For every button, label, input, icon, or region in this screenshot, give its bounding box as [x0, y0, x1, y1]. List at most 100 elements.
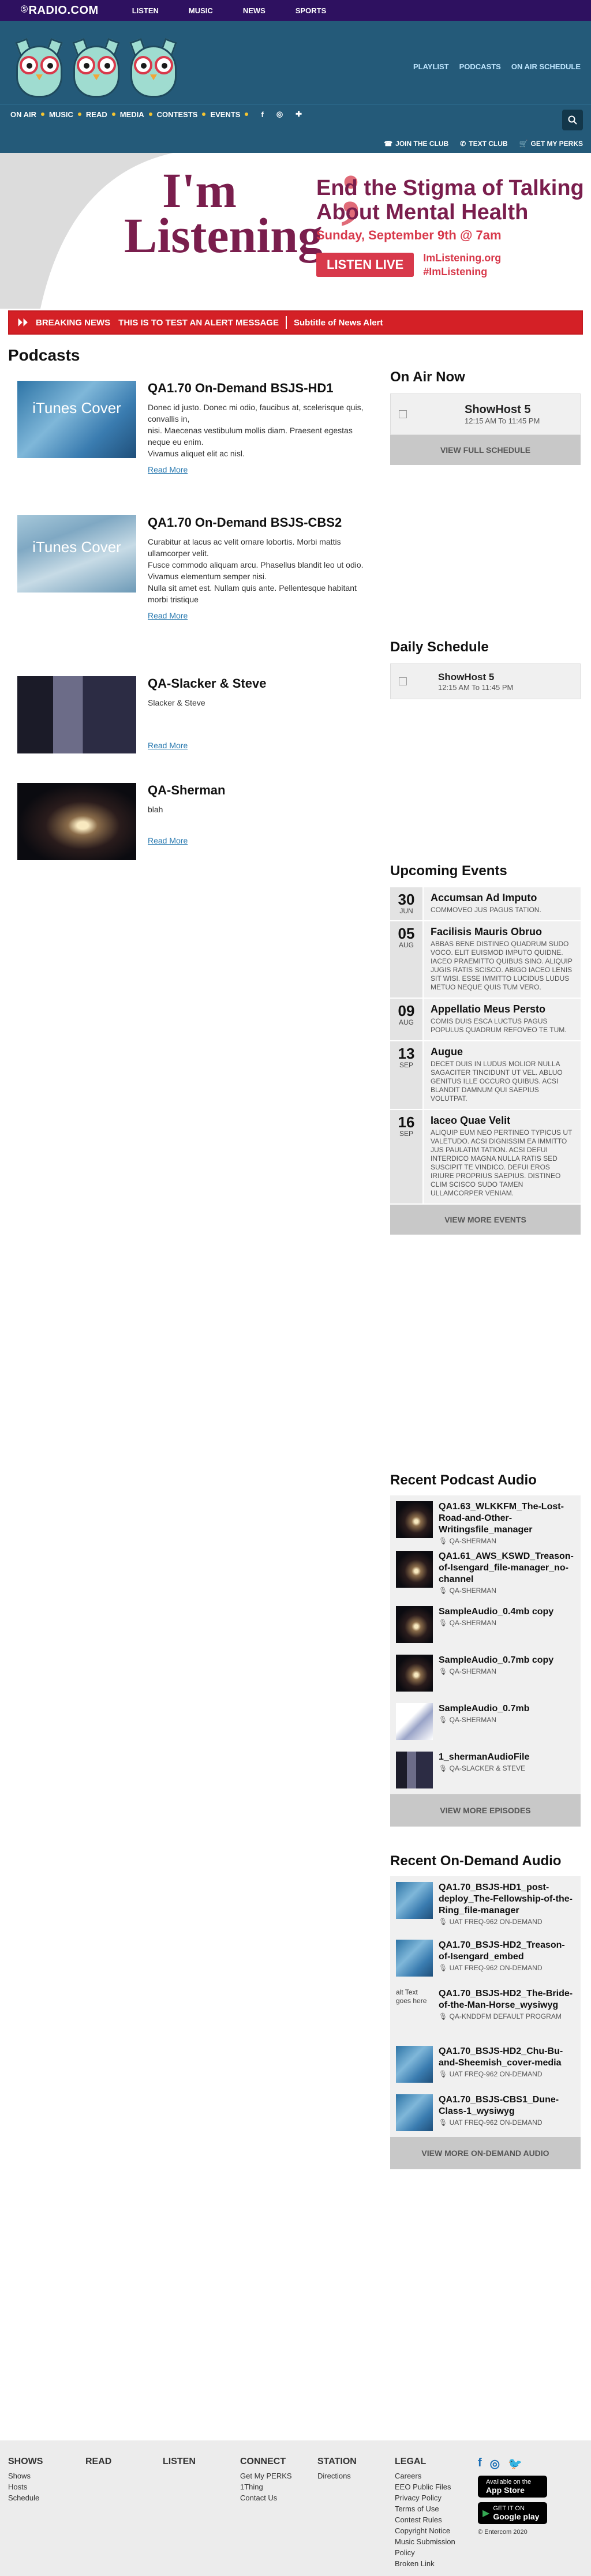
footer-link[interactable]: Schedule [8, 2492, 85, 2503]
podcast-title[interactable]: QA1.70 On-Demand BSJS-HD1 [148, 381, 375, 396]
top-nav-news[interactable]: NEWS [228, 6, 280, 15]
on-air-card[interactable]: ShowHost 5 12:15 AM To 11:45 PM [390, 393, 581, 435]
instagram-icon[interactable]: ◎ [276, 110, 283, 119]
episode-item[interactable]: SampleAudio_0.4mb copy 🎙 QA-SHERMAN [390, 1600, 581, 1649]
footer-link[interactable]: 1Thing [240, 2481, 317, 2492]
footer-link[interactable]: Shows [8, 2470, 85, 2481]
footer-link[interactable]: Music Submission Policy [395, 2536, 472, 2558]
episode-show: 🎙 QA-SLACKER & STEVE [439, 1764, 525, 1772]
footer-link[interactable]: Directions [317, 2470, 395, 2481]
station-logo[interactable] [12, 35, 181, 99]
podcast-title[interactable]: QA-Slacker & Steve [148, 676, 375, 691]
event-item[interactable]: 13 SEP Augue DECET DUIS IN LUDUS MOLIOR NU… [390, 1041, 581, 1110]
view-more-ondemand-button[interactable]: VIEW MORE ON-DEMAND AUDIO [390, 2137, 581, 2169]
footer-heading[interactable]: LEGAL [395, 2457, 472, 2467]
footer-col-listen: LISTEN [163, 2457, 240, 2569]
ondemand-item[interactable]: QA1.70_BSJS-HD2_Treason-of-Isengard_embe… [390, 1934, 581, 1982]
text-club-button[interactable]: ✆ TEXT CLUB [460, 140, 507, 148]
ondemand-item[interactable]: alt Text goes here QA1.70_BSJS-HD2_The-B… [390, 1982, 581, 2040]
episode-item[interactable]: 1_shermanAudioFile 🎙 QA-SLACKER & STEVE [390, 1746, 581, 1794]
schedule-card[interactable]: ShowHost 5 12:15 AM To 11:45 PM [390, 663, 581, 699]
footer-heading[interactable]: LISTEN [163, 2457, 240, 2467]
episode-item[interactable]: QA1.63_WLKKFM_The-Lost-Road-and-Other-Wr… [390, 1495, 581, 1545]
episode-item[interactable]: SampleAudio_0.7mb 🎙 QA-SHERMAN [390, 1697, 581, 1746]
podcast-thumbnail[interactable]: iTunes Cover [17, 381, 136, 458]
podcast-thumbnail[interactable]: iTunes Cover [17, 515, 136, 593]
nav-label: EVENTS [210, 110, 241, 119]
ondemand-item[interactable]: QA1.70_BSJS-CBS1_Dune-Class-1_wysiwyg 🎙 U… [390, 2088, 581, 2137]
footer-link[interactable]: Broken Link [395, 2558, 472, 2569]
broken-image-icon [399, 677, 407, 685]
event-item[interactable]: 05 AUG Facilisis Mauris Obruo ABBAS BENE D… [390, 921, 581, 999]
event-item[interactable]: 16 SEP Iaceo Quae Velit ALIQUIP EUM NEO PE… [390, 1110, 581, 1205]
podcast-title[interactable]: QA-Sherman [148, 783, 375, 798]
podcast-thumbnail[interactable] [17, 783, 136, 860]
footer-heading[interactable]: READ [85, 2457, 163, 2467]
instagram-icon[interactable]: ◎ [490, 2457, 500, 2471]
footer-link[interactable]: Contact Us [240, 2492, 317, 2503]
ondemand-item[interactable]: QA1.70_BSJS-HD1_post-deploy_The-Fellowsh… [390, 1876, 581, 1934]
nav-item-events[interactable]: EVENTS [210, 110, 249, 119]
footer-heading[interactable]: SHOWS [8, 2457, 85, 2467]
episode-show: 🎙 QA-SHERMAN [439, 1716, 496, 1724]
read-more-link[interactable]: Read More [148, 465, 375, 474]
banner-sites: ImListening.org #ImListening [423, 251, 501, 279]
view-more-episodes-button[interactable]: VIEW MORE EPISODES [390, 1794, 581, 1827]
nav-item-contests[interactable]: CONTESTS [157, 110, 206, 119]
site-footer: SHOWS Shows Hosts Schedule READ LISTEN C… [0, 2440, 591, 2576]
header-link-playlist[interactable]: PLAYLIST [413, 62, 449, 71]
event-day: 16 [398, 1113, 415, 1131]
nav-item-media[interactable]: MEDIA [120, 110, 152, 119]
ondemand-item[interactable]: QA1.70_BSJS-HD2_Chu-Bu-and-Sheemish_cove… [390, 2040, 581, 2088]
footer-link[interactable]: Terms of Use [395, 2503, 472, 2514]
facebook-icon[interactable]: f [261, 110, 263, 119]
footer-link[interactable]: Hosts [8, 2481, 85, 2492]
banner-site: ImListening.org [423, 252, 502, 264]
footer-heading[interactable]: STATION [317, 2457, 395, 2467]
header-link-podcasts[interactable]: PODCASTS [459, 62, 501, 71]
podcast-thumbnail[interactable] [17, 676, 136, 753]
header-link-schedule[interactable]: ON AIR SCHEDULE [511, 62, 581, 71]
episode-item[interactable]: QA1.61_AWS_KSWD_Treason-of-Isengard_file… [390, 1545, 581, 1600]
footer-link[interactable]: Careers [395, 2470, 472, 2481]
google-play-badge[interactable]: ▶ GET IT ON Google play [478, 2502, 547, 2524]
join-club-button[interactable]: ☎ JOIN THE CLUB [384, 140, 448, 148]
episode-item[interactable]: SampleAudio_0.7mb copy 🎙 QA-SHERMAN [390, 1649, 581, 1697]
top-nav-listen[interactable]: LISTEN [117, 6, 174, 15]
breaking-news-alert[interactable]: ⏵⏵ BREAKING NEWS THIS IS TO TEST AN ALER… [8, 310, 583, 335]
read-more-link[interactable]: Read More [148, 611, 375, 620]
nav-item-music[interactable]: MUSIC [49, 110, 81, 119]
promo-banner[interactable]: I'm Listening ; End the Stigma of Talkin… [0, 147, 591, 309]
nav-item-read[interactable]: READ [86, 110, 115, 119]
nav-item-on-air[interactable]: ON AIR [10, 110, 45, 119]
top-nav-sports[interactable]: SPORTS [280, 6, 341, 15]
listen-live-button[interactable]: LISTEN LIVE [316, 253, 414, 277]
app-store-badge[interactable]: Available on the App Store [478, 2476, 547, 2498]
footer-col-legal: LEGAL Careers EEO Public Files Privacy P… [395, 2457, 472, 2569]
get-perks-button[interactable]: 🛒 GET MY PERKS [519, 140, 583, 148]
footer-heading[interactable]: CONNECT [240, 2457, 317, 2467]
footer-link[interactable]: Privacy Policy [395, 2492, 472, 2503]
read-more-link[interactable]: Read More [148, 741, 375, 750]
podcast-title[interactable]: QA1.70 On-Demand BSJS-CBS2 [148, 515, 375, 530]
view-more-events-button[interactable]: VIEW MORE EVENTS [390, 1205, 581, 1235]
footer-link[interactable]: Contest Rules [395, 2514, 472, 2525]
nav-dot-icon [245, 113, 249, 116]
event-item[interactable]: 30 JUN Accumsan Ad Imputo COMMOVEO JUS PAG… [390, 887, 581, 921]
view-full-schedule-button[interactable]: VIEW FULL SCHEDULE [390, 435, 581, 465]
top-nav-music[interactable]: MUSIC [174, 6, 228, 15]
episode-show: 🎙 QA-SHERMAN [439, 1619, 496, 1627]
footer-link[interactable]: Copyright Notice [395, 2525, 472, 2536]
event-month: SEP [399, 1130, 413, 1138]
twitter-icon[interactable]: 🐦 [508, 2457, 522, 2471]
footer-link[interactable]: Get My PERKS [240, 2470, 317, 2481]
search-button[interactable] [562, 110, 583, 130]
episode-thumbnail [396, 1606, 433, 1643]
facebook-icon[interactable]: f [478, 2457, 482, 2471]
more-plus-icon[interactable]: ✚ [296, 110, 302, 119]
event-item[interactable]: 09 AUG Appellatio Meus Persto COMIS DUIS E… [390, 999, 581, 1041]
banner-headline: I'm Listening ; [124, 147, 365, 261]
site-logo[interactable]: ⓈRADIO.COM [21, 4, 99, 17]
footer-link[interactable]: EEO Public Files [395, 2481, 472, 2492]
read-more-link[interactable]: Read More [148, 836, 375, 845]
